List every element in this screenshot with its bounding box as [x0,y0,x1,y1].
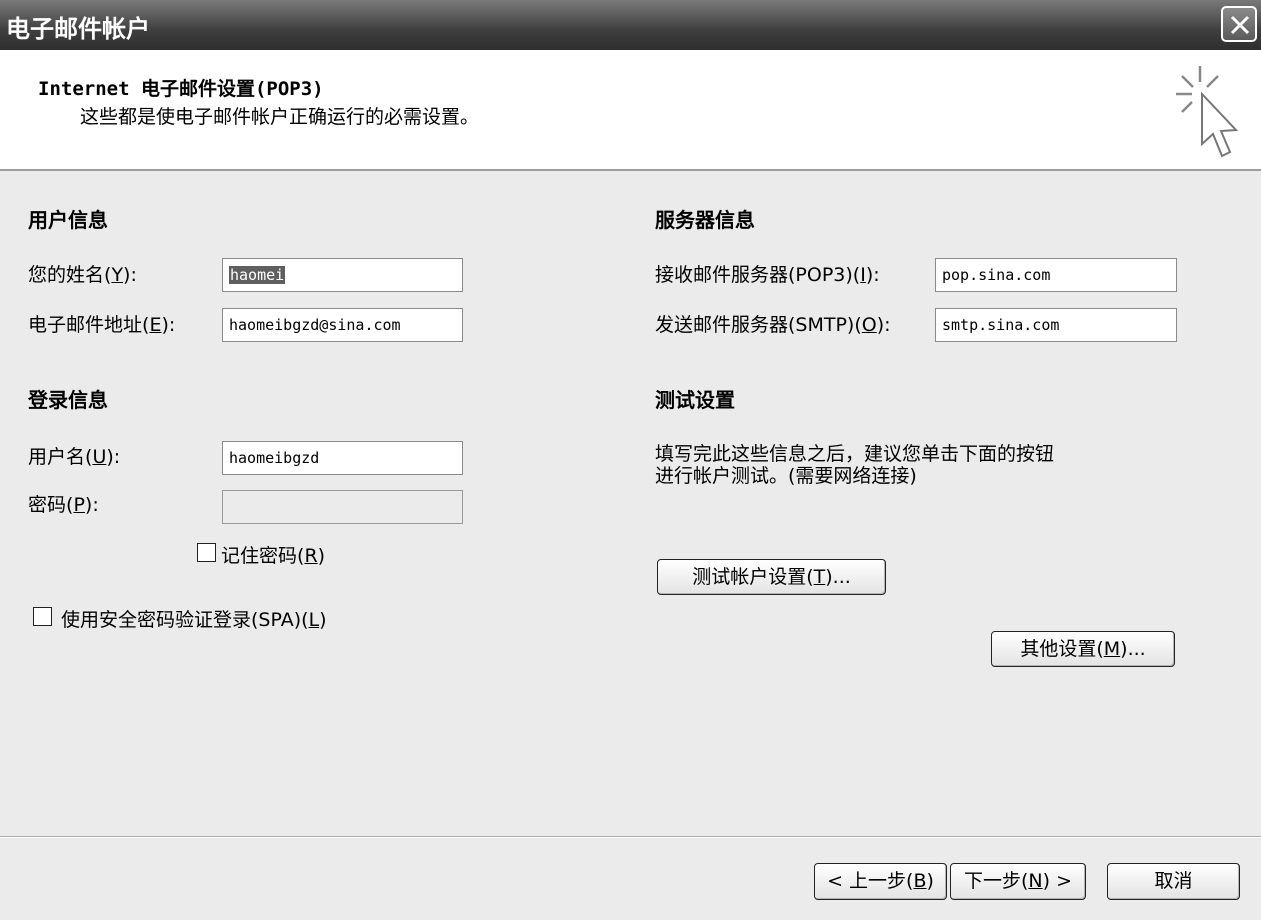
more-settings-button[interactable]: 其他设置(M)... [991,631,1175,667]
header-title: Internet 电子邮件设置(POP3) [38,78,324,100]
email-field[interactable]: haomeibgzd@sina.com [222,308,463,342]
incoming-server-label: 接收邮件服务器(POP3)(I): [655,264,880,286]
cursor-sparkle-icon [1176,66,1239,158]
window-title: 电子邮件帐户 [6,15,150,43]
remember-password-label[interactable]: 记住密码(R) [221,541,325,568]
password-label: 密码(P): [28,494,99,516]
incoming-server-field[interactable]: pop.sina.com [935,258,1177,292]
test-settings-heading: 测试设置 [655,388,735,412]
remember-password-checkbox[interactable] [197,543,216,562]
title-bar: 电子邮件帐户 [0,0,1261,50]
outgoing-server-field[interactable]: smtp.sina.com [935,308,1177,342]
username-label: 用户名(U): [28,446,121,468]
password-field[interactable] [222,490,463,524]
email-label: 电子邮件地址(E): [28,314,176,336]
email-account-dialog: 电子邮件帐户 Internet 电子邮件设置(POP3) 这些都是使电子邮件帐户… [0,0,1261,920]
server-info-heading: 服务器信息 [655,208,755,232]
test-account-settings-button[interactable]: 测试帐户设置(T)... [657,559,886,595]
spa-label[interactable]: 使用安全密码验证登录(SPA)(L) [61,605,327,632]
test-settings-description: 填写完此这些信息之后，建议您单击下面的按钮 进行帐户测试。(需要网络连接) [655,443,1055,487]
name-label: 您的姓名(Y): [28,264,137,286]
cancel-button[interactable]: 取消 [1107,863,1240,900]
login-info-heading: 登录信息 [28,388,108,412]
header-subtitle: 这些都是使电子邮件帐户正确运行的必需设置。 [80,106,480,128]
close-button[interactable] [1221,6,1257,42]
footer-divider [0,836,1261,838]
spa-checkbox[interactable] [33,607,52,626]
name-field[interactable]: haomei [222,258,463,292]
user-info-heading: 用户信息 [28,208,108,232]
username-field[interactable]: haomeibgzd [222,441,463,475]
back-button[interactable]: < 上一步(B) [814,863,947,900]
next-button[interactable]: 下一步(N) > [950,863,1086,900]
outgoing-server-label: 发送邮件服务器(SMTP)(O): [655,314,891,336]
dialog-header: Internet 电子邮件设置(POP3) 这些都是使电子邮件帐户正确运行的必需… [0,50,1261,171]
close-icon [1230,15,1250,35]
